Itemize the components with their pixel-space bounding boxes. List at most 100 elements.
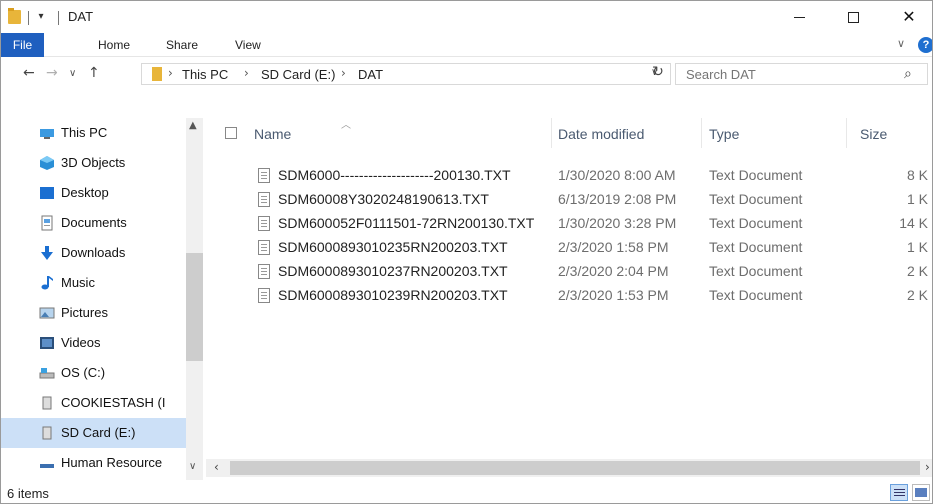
minimize-icon: [793, 16, 805, 18]
text-file-icon: [258, 216, 270, 231]
search-icon[interactable]: ⌕: [904, 66, 912, 82]
column-divider[interactable]: [701, 118, 702, 148]
sidebar-item-music[interactable]: Music: [1, 268, 186, 298]
column-header-name[interactable]: Name: [254, 126, 291, 142]
maximize-button[interactable]: [830, 1, 876, 33]
file-size: 2 K: [906, 263, 928, 279]
chevron-right-icon[interactable]: ›: [341, 66, 346, 80]
forward-button[interactable]: →: [46, 65, 58, 81]
refresh-icon[interactable]: ↻: [645, 64, 671, 84]
text-file-icon: [258, 192, 270, 207]
sidebar-item-human-resource[interactable]: Human Resource: [1, 448, 186, 478]
recent-locations-icon[interactable]: ∨: [69, 68, 76, 79]
tab-share[interactable]: Share: [166, 33, 198, 57]
sidebar-item-label: Human Resource: [61, 455, 163, 470]
file-size: 2 K: [906, 287, 928, 303]
text-file-icon: [258, 288, 270, 303]
horizontal-scrollbar[interactable]: ‹ ›: [206, 459, 932, 477]
file-date-modified: 2/3/2020 1:58 PM: [558, 239, 669, 255]
this-pc-icon: [40, 129, 54, 139]
scroll-left-icon[interactable]: ‹: [214, 460, 219, 474]
scroll-up-icon[interactable]: ▲: [189, 120, 197, 131]
tab-home[interactable]: Home: [98, 33, 130, 57]
sidebar-item-label: Desktop: [61, 185, 109, 200]
sidebar-item-this-pc[interactable]: This PC: [1, 118, 186, 148]
file-type: Text Document: [709, 167, 803, 183]
help-icon[interactable]: ?: [918, 37, 932, 53]
column-header-size[interactable]: Size: [860, 126, 887, 142]
sidebar-item-sd-card[interactable]: SD Card (E:): [1, 418, 186, 448]
navigation-bar: ← → ∨ ↑ › This PC › SD Card (E:) › DAT ∨…: [1, 57, 932, 90]
maximize-icon: [847, 11, 859, 23]
address-bar[interactable]: › This PC › SD Card (E:) › DAT ∨: [141, 63, 671, 85]
file-name: SDM6000893010237RN200203.TXT: [278, 263, 508, 279]
title-separator: [58, 11, 59, 25]
sidebar-item-3d-objects[interactable]: 3D Objects: [1, 148, 186, 178]
file-row[interactable]: SDM6000893010239RN200203.TXT 2/3/2020 1:…: [206, 284, 932, 307]
pictures-icon: [39, 307, 55, 319]
file-date-modified: 2/3/2020 2:04 PM: [558, 263, 669, 279]
sidebar-item-pictures[interactable]: Pictures: [1, 298, 186, 328]
column-header-date-modified[interactable]: Date modified: [558, 126, 644, 142]
file-row[interactable]: SDM6000893010237RN200203.TXT 2/3/2020 2:…: [206, 260, 932, 283]
minimize-button[interactable]: [776, 1, 822, 33]
sidebar-item-label: SD Card (E:): [61, 425, 136, 440]
sidebar-item-videos[interactable]: Videos: [1, 328, 186, 358]
file-row[interactable]: SDM6000893010235RN200203.TXT 2/3/2020 1:…: [206, 236, 932, 259]
file-row[interactable]: SDM600052F0111501-72RN200130.TXT 1/30/20…: [206, 212, 932, 235]
breadcrumb-dat[interactable]: DAT: [358, 67, 383, 82]
breadcrumb-sd-card[interactable]: SD Card (E:): [261, 67, 335, 82]
sidebar-item-label: 3D Objects: [61, 155, 126, 170]
file-name: SDM6000--------------------200130.TXT: [278, 167, 511, 183]
file-list: SDM6000--------------------200130.TXT 1/…: [206, 164, 932, 464]
column-header: Name ︿ Date modified Type Size: [206, 118, 932, 148]
sidebar-scrollbar[interactable]: ▲ ∨: [186, 118, 203, 480]
search-input[interactable]: [686, 66, 886, 82]
up-button[interactable]: ↑: [88, 65, 100, 81]
expand-ribbon-icon[interactable]: ∨: [897, 37, 905, 50]
breadcrumb-this-pc[interactable]: This PC: [182, 67, 228, 82]
close-button[interactable]: ✕: [886, 1, 932, 33]
sidebar-scroll-thumb[interactable]: [186, 253, 203, 361]
details-view-icon: [894, 489, 905, 490]
sidebar-item-downloads[interactable]: Downloads: [1, 238, 186, 268]
tab-file[interactable]: File: [1, 33, 44, 57]
sort-ascending-icon: ︿: [341, 120, 351, 131]
chevron-right-icon[interactable]: ›: [244, 66, 249, 80]
sidebar-item-label: This PC: [61, 125, 108, 140]
drive-icon: [39, 368, 55, 379]
scroll-right-icon[interactable]: ›: [925, 460, 930, 474]
text-file-icon: [258, 264, 270, 279]
search-box[interactable]: ⌕: [675, 63, 928, 85]
tab-view[interactable]: View: [235, 33, 261, 57]
downloads-icon: [41, 246, 53, 260]
sidebar-item-label: OS (C:): [61, 365, 106, 380]
file-date-modified: 2/3/2020 1:53 PM: [558, 287, 669, 303]
back-button[interactable]: ←: [23, 65, 35, 81]
select-all-checkbox[interactable]: [225, 127, 237, 139]
column-divider[interactable]: [551, 118, 552, 148]
sidebar-item-documents[interactable]: Documents: [1, 208, 186, 238]
scroll-down-icon[interactable]: ∨: [189, 461, 196, 472]
file-row[interactable]: SDM60008Y3020248190613.TXT 6/13/2019 2:0…: [206, 188, 932, 211]
item-count: 6 items: [7, 486, 49, 501]
horizontal-scroll-thumb[interactable]: [230, 461, 920, 475]
file-type: Text Document: [709, 287, 803, 303]
sidebar-item-label: Documents: [61, 215, 127, 230]
file-name: SDM6000893010239RN200203.TXT: [278, 287, 508, 303]
column-header-type[interactable]: Type: [709, 126, 739, 142]
details-view-button[interactable]: [890, 484, 908, 501]
file-size: 1 K: [906, 191, 928, 207]
file-row[interactable]: SDM6000--------------------200130.TXT 1/…: [206, 164, 932, 187]
sidebar-item-desktop[interactable]: Desktop: [1, 178, 186, 208]
sidebar-item-cookiestash[interactable]: COOKIESTASH (I: [1, 388, 186, 418]
column-divider[interactable]: [846, 118, 847, 148]
file-explorer-window: ▾ DAT ✕ File Home Share View ∨ ? ← → ∨ ↑…: [0, 0, 933, 504]
quick-access-dropdown-icon[interactable]: ▾: [34, 8, 48, 26]
documents-icon: [41, 215, 53, 231]
file-type: Text Document: [709, 239, 803, 255]
large-icons-view-button[interactable]: [912, 484, 930, 501]
chevron-right-icon[interactable]: ›: [168, 66, 173, 80]
sidebar-item-os-c[interactable]: OS (C:): [1, 358, 186, 388]
sidebar-item-label: Pictures: [61, 305, 108, 320]
